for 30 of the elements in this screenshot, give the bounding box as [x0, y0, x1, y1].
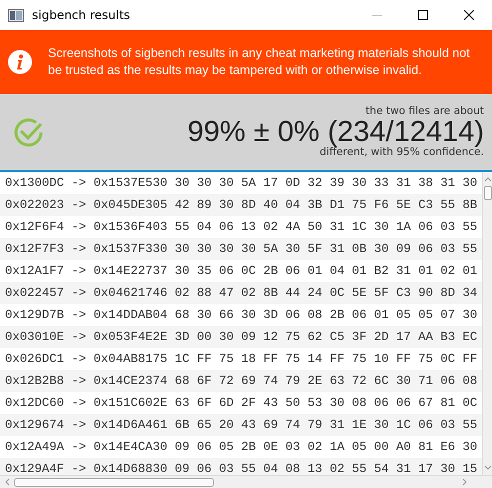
horizontal-scrollbar[interactable] — [0, 475, 492, 488]
scroll-down-icon[interactable] — [484, 465, 492, 471]
hex-row: 0x129A4F -> 0x14D68830 09 06 03 55 04 08 13 02 55 54 31 17 30 15 — [0, 458, 482, 475]
check-circle-icon — [12, 116, 45, 148]
app-icon — [8, 8, 24, 22]
scroll-right-icon[interactable] — [462, 478, 468, 486]
banner-message: Screenshots of sigbench results in any cheat marketing materials should not be trusted as the results may be tampered with or otherwise invalid. — [48, 45, 471, 79]
hex-row: 0x12F7F3 -> 0x1537F330 30 30 30 30 5A 30 5F 31 0B 30 09 06 03 55 — [0, 238, 482, 260]
scroll-thumb[interactable] — [14, 478, 214, 486]
hex-row-text: 0x1300DC -> 0x1537E530 30 30 30 5A 17 0D 32 39 30 33 31 38 31 30 — [4, 175, 478, 192]
scroll-up-icon[interactable] — [484, 176, 492, 182]
scroll-thumb[interactable] — [484, 186, 492, 200]
hex-row: 0x03010E -> 0x053F4E2E 3D 00 30 09 12 75 62 C5 3F 2D 17 AA B3 EC — [0, 326, 482, 348]
hex-row-text: 0x12A49A -> 0x14E4CA30 09 06 05 2B 0E 03 02 1A 05 00 A0 81 E6 30 — [4, 439, 478, 456]
vertical-scrollbar[interactable] — [482, 172, 492, 475]
hex-row: 0x022457 -> 0x04621746 02 88 47 02 8B 44 24 0C 5E 5F C3 90 8D 34 — [0, 282, 482, 304]
hex-row-text: 0x12F6F4 -> 0x1536F403 55 04 06 13 02 4A 50 31 1C 30 1A 06 03 55 — [4, 219, 478, 236]
caption-text: different, with 95% confidence. — [320, 147, 484, 158]
info-icon — [8, 50, 32, 74]
hex-row: 0x022023 -> 0x045DE305 42 89 30 8D 40 04 3B D1 75 F6 5E C3 55 8B — [0, 194, 482, 216]
result-headline: 99% ± 0% (234/12414) — [188, 117, 484, 147]
scroll-left-icon[interactable] — [4, 478, 10, 486]
window-title: sigbench results — [32, 7, 132, 24]
hex-row-text: 0x12DC60 -> 0x151C602E 63 6F 6D 2F 43 50 53 30 08 06 06 67 81 0C — [4, 395, 478, 412]
hex-row-text: 0x129D7B -> 0x14DDAB04 68 30 66 30 3D 06 08 2B 06 01 05 05 07 30 — [4, 307, 478, 324]
hex-row: 0x12B2B8 -> 0x14CE2374 68 6F 72 69 74 79 2E 63 72 6C 30 71 06 08 — [0, 370, 482, 392]
hex-row-text: 0x026DC1 -> 0x04AB8175 1C FF 75 18 FF 75 14 FF 75 10 FF 75 0C FF — [4, 351, 478, 368]
hex-row-text: 0x12A1F7 -> 0x14E22737 30 35 06 0C 2B 06 01 04 01 B2 31 01 02 01 — [4, 263, 478, 280]
hex-row: 0x129674 -> 0x14D6A461 6B 65 20 43 69 74 79 31 1E 30 1C 06 03 55 — [0, 414, 482, 436]
caption-text: the two files are about — [366, 106, 484, 117]
